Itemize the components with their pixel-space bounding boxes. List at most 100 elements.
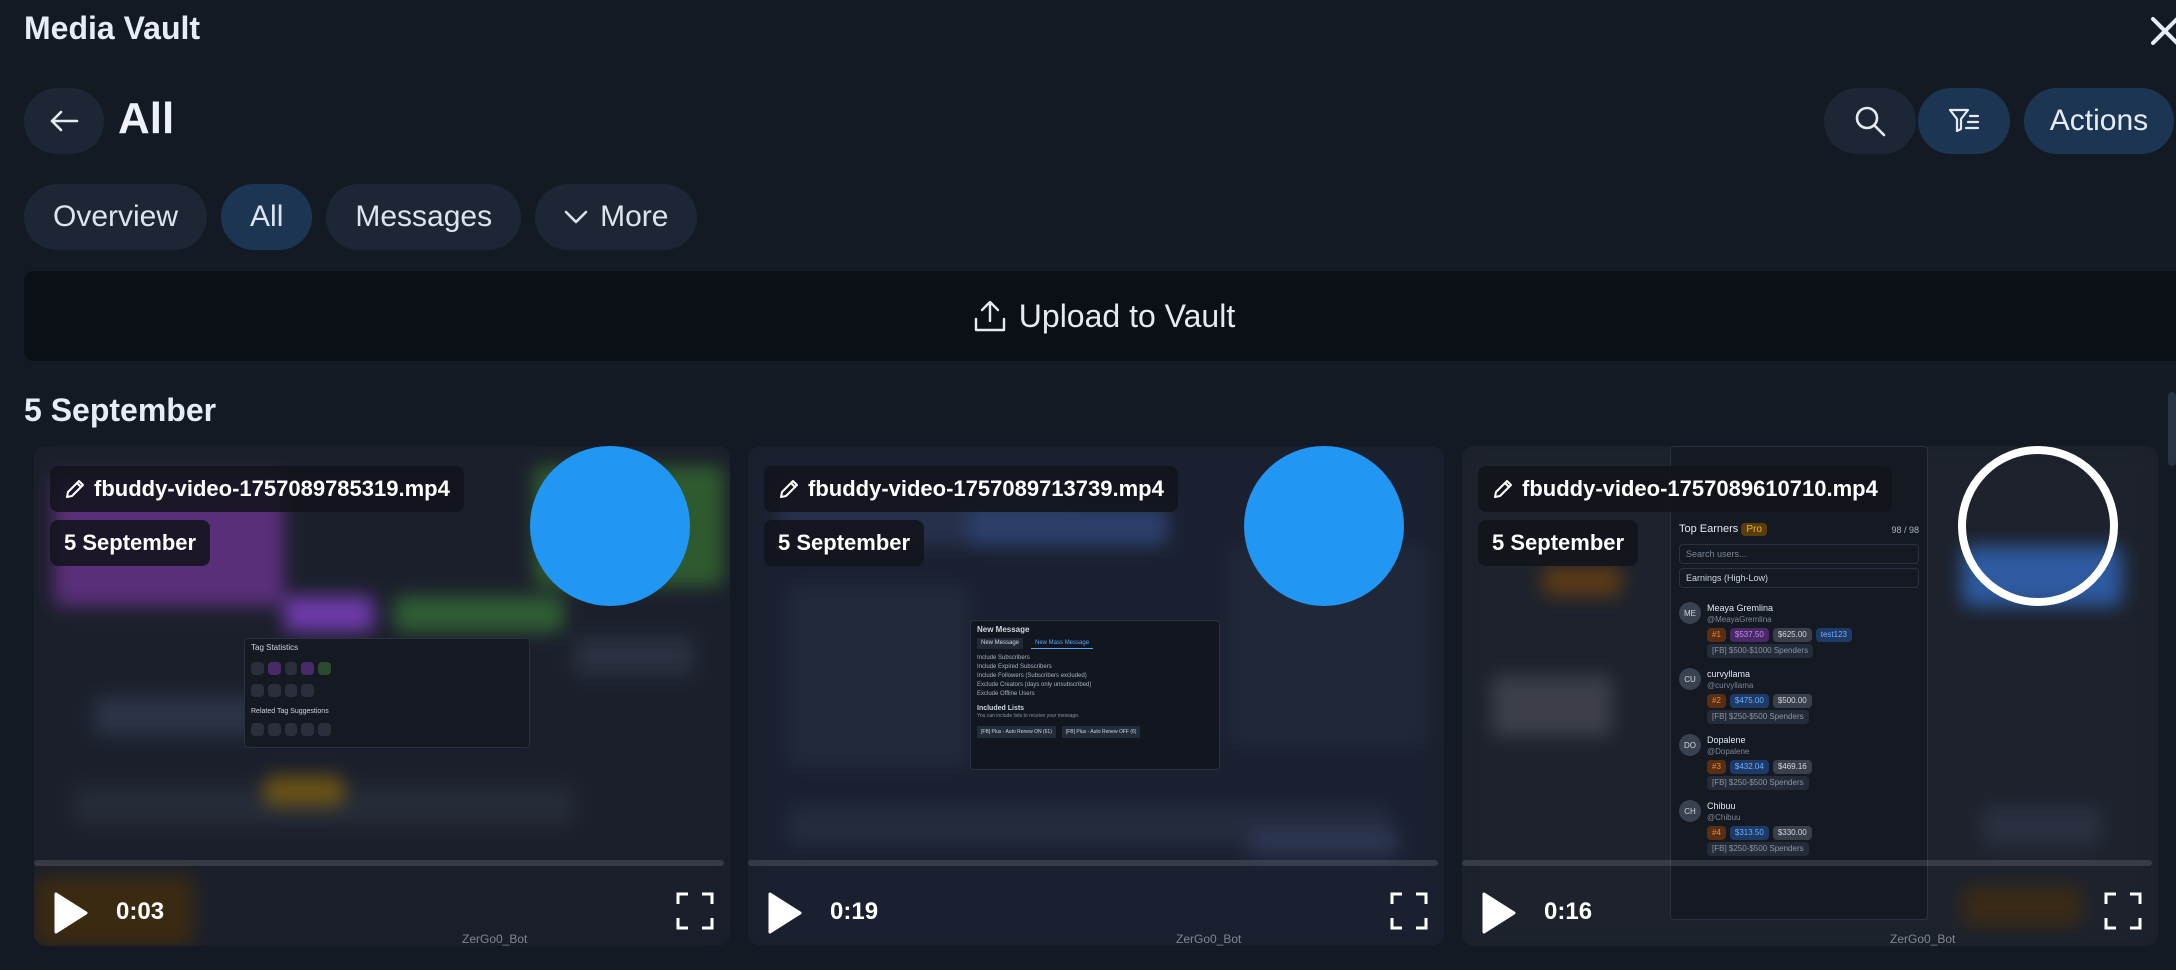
- preview-user-handle: @Chibuu: [1707, 813, 1741, 822]
- back-button[interactable]: [24, 88, 104, 154]
- preview-segment: [FB] $250-$500 Spenders: [1707, 776, 1809, 790]
- preview-earn: $475.00: [1729, 694, 1769, 708]
- video-progress-bar[interactable]: [1462, 860, 2152, 866]
- tab-messages[interactable]: Messages: [326, 184, 522, 250]
- preview-sub: $625.00: [1772, 628, 1812, 642]
- preview-rank: #3: [1707, 760, 1726, 774]
- preview-list-chip: [FB] Plus - Auto Renew OFF (6): [1061, 726, 1141, 738]
- pencil-icon: [780, 480, 798, 498]
- date-chip: 5 September: [764, 520, 925, 566]
- preview-list-chip: [FB] Plus - Auto Renew ON (61): [977, 726, 1056, 738]
- upload-to-vault-button[interactable]: Upload to Vault: [24, 271, 2176, 361]
- preview-panel: Tag Statistics Related Tag Suggestions: [244, 638, 530, 748]
- preview-user-name: curvyllama: [1707, 669, 1751, 679]
- pencil-icon: [1494, 480, 1512, 498]
- preview-lists-title: Included Lists: [977, 705, 1025, 712]
- play-icon[interactable]: [1478, 890, 1518, 936]
- video-progress-bar[interactable]: [748, 860, 1438, 866]
- video-card[interactable]: New Message New Message New Mass Message…: [748, 446, 1444, 946]
- select-toggle[interactable]: [1244, 446, 1404, 606]
- tab-more[interactable]: More: [535, 184, 698, 250]
- preview-rank: #4: [1707, 826, 1726, 840]
- filter-icon: [1948, 108, 1980, 133]
- rename-chip[interactable]: fbuddy-video-1757089610710.mp4: [1478, 466, 1892, 512]
- preview-option: Exclude Offline Users: [977, 691, 1035, 697]
- preview-user-name: Chibuu: [1707, 801, 1736, 811]
- media-vault-app: Media Vault All Actions Overview All Mes…: [0, 0, 2176, 970]
- select-toggle[interactable]: [530, 446, 690, 606]
- video-card[interactable]: Tag Statistics Related Tag Suggestions f: [34, 446, 730, 946]
- fullscreen-icon[interactable]: [676, 892, 714, 930]
- close-button[interactable]: [2150, 6, 2176, 54]
- preview-sub: $500.00: [1772, 694, 1812, 708]
- pro-badge: Pro: [1741, 523, 1767, 536]
- preview-earn: $432.04: [1729, 760, 1769, 774]
- preview-avatar: CU: [1679, 668, 1701, 690]
- preview-search: Search users...: [1679, 544, 1919, 564]
- app-title: Media Vault: [24, 10, 201, 46]
- preview-tab: New Mass Message: [1031, 638, 1094, 649]
- watermark: ZerGo0_Bot: [1176, 932, 1242, 946]
- preview-segment: [FB] $250-$500 Spenders: [1707, 710, 1809, 724]
- preview-panel: New Message New Message New Mass Message…: [970, 620, 1220, 770]
- filter-button[interactable]: [1918, 88, 2010, 154]
- preview-user-handle: @curvyllama: [1707, 681, 1754, 690]
- preview-option: Exclude Creators (days only unsubscribed…: [977, 682, 1092, 688]
- video-card[interactable]: Top Earners Pro 98 / 98 Search users... …: [1462, 446, 2158, 946]
- chevron-down-icon: [564, 210, 588, 224]
- preview-user-name: Dopalene: [1707, 735, 1746, 745]
- preview-panel: Top Earners Pro 98 / 98 Search users... …: [1670, 446, 1928, 920]
- tab-label: All: [250, 200, 284, 233]
- file-name: fbuddy-video-1757089713739.mp4: [808, 476, 1164, 501]
- fullscreen-icon[interactable]: [1390, 892, 1428, 930]
- upload-label: Upload to Vault: [1018, 297, 1236, 334]
- select-toggle[interactable]: [1958, 446, 2118, 606]
- preview-option: Include Expired Subscribers: [977, 664, 1052, 670]
- tab-bar: Overview All Messages More: [24, 184, 698, 250]
- preview-lists-hint: You can include lists to receive your me…: [977, 713, 1080, 719]
- preview-avatar: ME: [1679, 602, 1701, 624]
- pencil-icon: [66, 480, 84, 498]
- video-duration: 0:19: [830, 898, 879, 925]
- search-button[interactable]: [1824, 88, 1916, 154]
- rename-chip[interactable]: fbuddy-video-1757089713739.mp4: [764, 466, 1178, 512]
- preview-title: Top Earners: [1679, 523, 1739, 535]
- preview-user-name: Meaya Gremlina: [1707, 603, 1774, 613]
- preview-avatar: DO: [1679, 734, 1701, 756]
- upload-icon: [974, 300, 1005, 332]
- preview-user-handle: @Dopalene: [1707, 747, 1750, 756]
- scrollbar-thumb[interactable]: [2168, 392, 2176, 466]
- tab-overview[interactable]: Overview: [24, 184, 208, 250]
- play-icon[interactable]: [764, 890, 804, 936]
- preview-subtitle: Related Tag Suggestions: [251, 708, 329, 715]
- video-progress-bar[interactable]: [34, 860, 724, 866]
- file-date: 5 September: [778, 530, 911, 555]
- fullscreen-icon[interactable]: [2104, 892, 2142, 930]
- preview-sort: Earnings (High-Low): [1679, 568, 1919, 588]
- tab-label: Overview: [53, 200, 179, 233]
- preview-earn: $313.50: [1729, 826, 1769, 840]
- preview-segment: [FB] $500-$1000 Spenders: [1707, 644, 1814, 658]
- preview-option: Include Subscribers: [977, 655, 1030, 661]
- preview-tab: New Message: [977, 638, 1024, 649]
- rename-chip[interactable]: fbuddy-video-1757089785319.mp4: [50, 466, 464, 512]
- watermark: ZerGo0_Bot: [462, 932, 528, 946]
- actions-button[interactable]: Actions: [2024, 88, 2174, 154]
- preview-title: New Message: [977, 625, 1030, 634]
- video-duration: 0:03: [116, 898, 165, 925]
- tab-all[interactable]: All: [221, 184, 313, 250]
- tab-label: Messages: [355, 200, 493, 233]
- tab-label: More: [600, 200, 669, 233]
- preview-user-handle: @MeayaGremlina: [1707, 615, 1772, 624]
- preview-rank: #1: [1707, 628, 1726, 642]
- preview-avatar: CH: [1679, 800, 1701, 822]
- preview-count: 98 / 98: [1891, 524, 1919, 535]
- preview-title: Tag Statistics: [251, 643, 299, 652]
- page-heading: All: [118, 94, 175, 143]
- date-group-heading: 5 September: [24, 392, 217, 428]
- search-icon: [1855, 106, 1886, 137]
- play-icon[interactable]: [50, 890, 90, 936]
- close-icon: [2151, 17, 2176, 45]
- preview-option: Include Followers (Subscribers excluded): [977, 673, 1087, 679]
- preview-extra: test123: [1815, 628, 1852, 642]
